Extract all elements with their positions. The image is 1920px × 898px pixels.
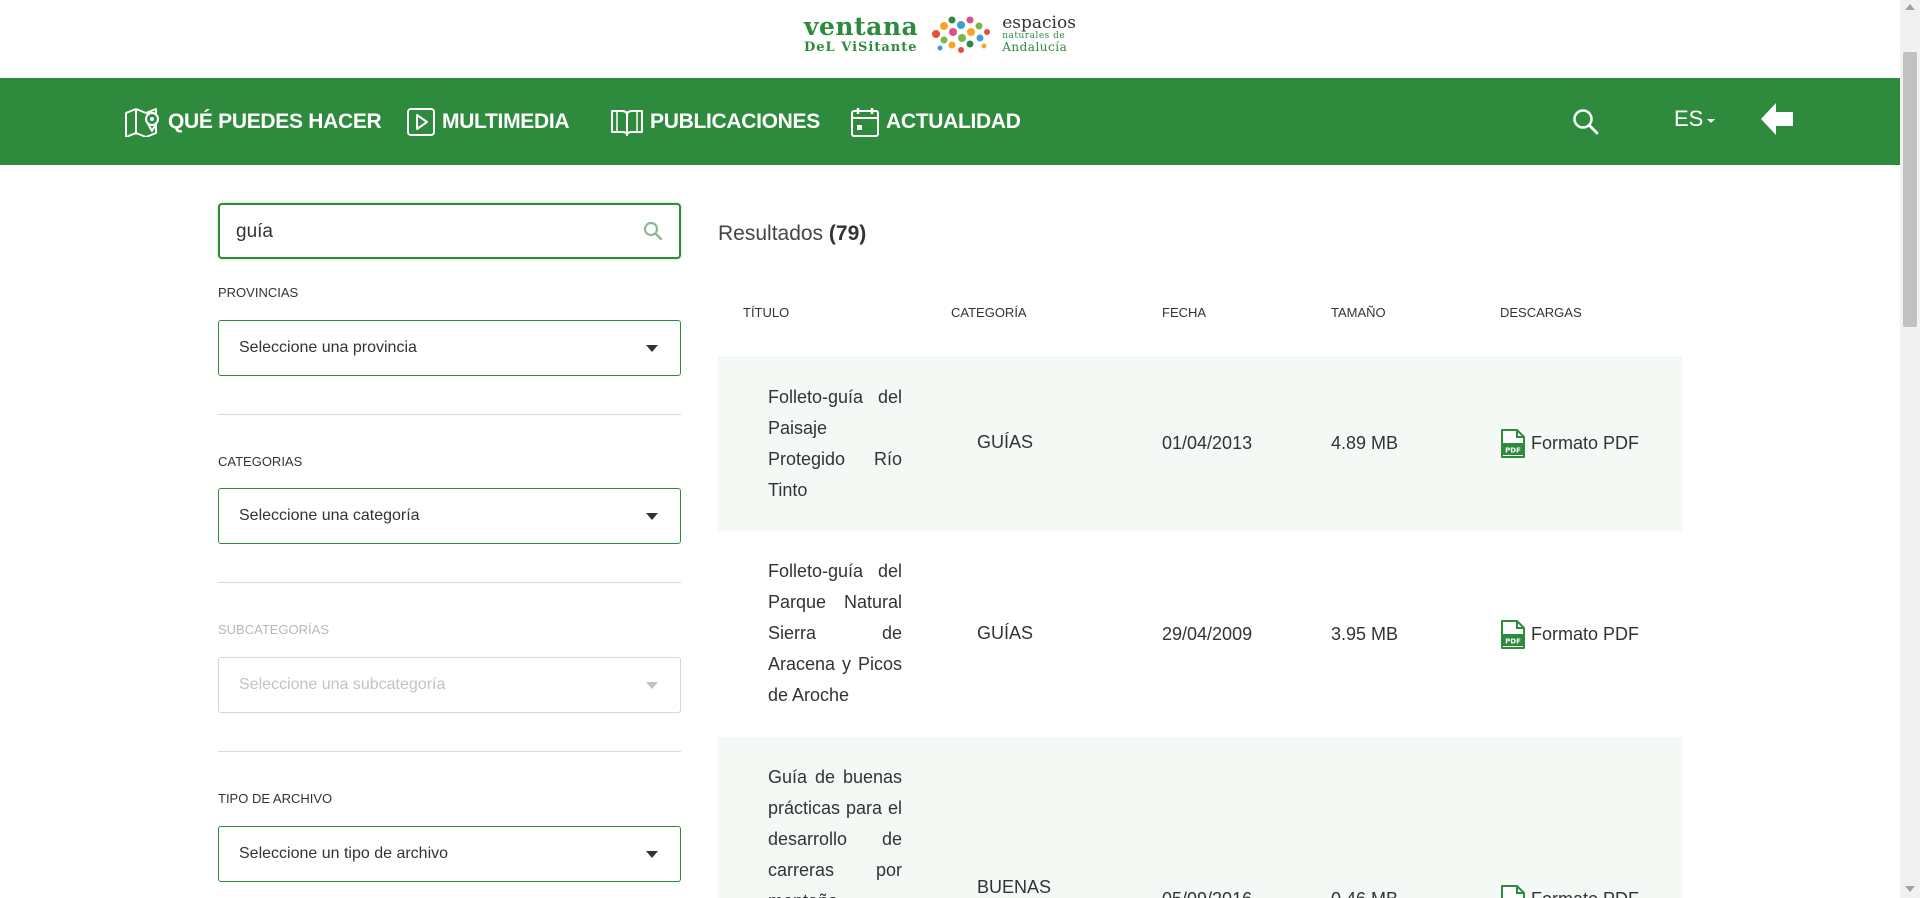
column-header-tamano[interactable]: TAMAÑO xyxy=(1331,305,1386,320)
nav-label: PUBLICACIONES xyxy=(650,109,820,133)
pdf-file-icon: PDF xyxy=(1501,620,1525,649)
chevron-down-icon xyxy=(646,345,658,352)
column-header-fecha[interactable]: FECHA xyxy=(1162,305,1206,320)
results-count: (79) xyxy=(828,222,867,245)
svg-text:PDF: PDF xyxy=(1505,638,1521,646)
divider xyxy=(218,751,681,752)
svg-text:PDF: PDF xyxy=(1505,447,1521,455)
row-category: GUÍAS xyxy=(977,432,1034,452)
row-date: 29/04/2009 xyxy=(1162,624,1253,644)
nav-label: MULTIMEDIA xyxy=(442,109,570,133)
results-heading: Resultados (79) xyxy=(718,222,866,246)
column-header-categoria[interactable]: CATEGORÍA xyxy=(951,305,1027,320)
search-icon[interactable] xyxy=(1572,108,1600,136)
divider xyxy=(218,582,681,583)
subcategoria-select: Seleccione una subcategoría xyxy=(218,657,681,713)
chevron-down-icon xyxy=(646,682,658,689)
row-size: 3.95 MB xyxy=(1331,624,1399,644)
table-row: Folleto-guía del Parque Natural Sierra d… xyxy=(718,531,1682,737)
logo-dots-icon xyxy=(932,16,991,53)
subcategoria-select-value: Seleccione una subcategoría xyxy=(239,676,446,693)
row-size: 0.46 MB xyxy=(1331,889,1398,898)
language-selector[interactable]: ES xyxy=(1674,106,1716,132)
column-header-descargas: DESCARGAS xyxy=(1500,305,1582,320)
categorias-label: CATEGORIAS xyxy=(218,454,303,469)
download-label: Formato PDF xyxy=(1531,889,1639,898)
row-date: 05/09/2016 xyxy=(1162,889,1252,898)
search-field[interactable] xyxy=(218,203,681,259)
tipo-archivo-label: TIPO DE ARCHIVO xyxy=(218,791,333,806)
nav-multimedia[interactable]: MULTIMEDIA xyxy=(406,78,570,165)
search-icon[interactable] xyxy=(643,221,663,241)
results-label: Resultados xyxy=(718,222,824,245)
logo-wordmark-left: ventana DeL ViSitante xyxy=(804,14,918,54)
chevron-down-icon xyxy=(646,851,658,858)
nav-label: ACTUALIDAD xyxy=(886,109,1021,133)
row-category: GUÍAS xyxy=(977,623,1034,643)
logo-line-2: DeL ViSitante xyxy=(804,40,918,55)
site-header: ventana DeL ViSitante espacios naturales… xyxy=(0,0,1900,78)
download-pdf-link[interactable]: PDF Formato PDF xyxy=(1500,620,1639,649)
row-title[interactable]: Folleto-guía del Paisaje Protegido Río T… xyxy=(768,382,902,506)
nav-publicaciones[interactable]: PUBLICACIONES xyxy=(610,78,820,165)
categoria-select-value: Seleccione una categoría xyxy=(239,507,420,524)
download-pdf-link[interactable]: PDF Formato PDF xyxy=(1500,429,1639,458)
row-size: 4.89 MB xyxy=(1331,433,1399,453)
provincia-select-value: Seleccione una provincia xyxy=(239,339,417,356)
logo-wordmark-right: espacios naturales de Andalucía xyxy=(1002,13,1076,54)
logo-right-line-1: espacios xyxy=(1002,13,1076,33)
download-label: Formato PDF xyxy=(1531,624,1640,644)
divider xyxy=(218,414,681,415)
search-input[interactable] xyxy=(234,217,634,247)
column-header-titulo[interactable]: TÍTULO xyxy=(743,305,789,320)
chevron-down-icon xyxy=(646,513,658,520)
arrow-left-icon[interactable] xyxy=(1758,100,1796,138)
scroll-down-icon[interactable] xyxy=(1905,886,1915,892)
table-row: Guía de buenas prácticas para el desarro… xyxy=(718,737,1682,898)
pdf-file-icon xyxy=(1501,885,1525,898)
scroll-thumb[interactable] xyxy=(1903,52,1917,327)
scroll-up-icon[interactable] xyxy=(1905,4,1915,10)
download-label: Formato PDF xyxy=(1531,433,1640,453)
chevron-down-icon xyxy=(1707,119,1716,123)
play-icon xyxy=(407,107,435,136)
provincia-select[interactable]: Seleccione una provincia xyxy=(218,320,681,376)
book-icon xyxy=(611,109,643,136)
row-title[interactable]: Folleto-guía del Parque Natural Sierra d… xyxy=(768,556,902,711)
logo-right-line-3: Andalucía xyxy=(1002,40,1068,54)
nav-que-puedes-hacer[interactable]: QUÉ PUEDES HACER xyxy=(124,78,382,165)
row-category: BUENAS xyxy=(977,877,1052,897)
nav-label: QUÉ PUEDES HACER xyxy=(168,109,382,133)
nav-actualidad[interactable]: ACTUALIDAD xyxy=(850,78,1021,165)
pdf-file-icon: PDF xyxy=(1501,429,1525,458)
site-logo[interactable]: ventana DeL ViSitante espacios naturales… xyxy=(804,12,1096,56)
categoria-select[interactable]: Seleccione una categoría xyxy=(218,488,681,544)
language-label: ES xyxy=(1674,106,1704,131)
logo-line-1: ventana xyxy=(804,12,919,41)
download-pdf-link[interactable]: Formato PDF xyxy=(1500,885,1639,898)
table-row: Folleto-guía del Paisaje Protegido Río T… xyxy=(718,356,1682,531)
calendar-icon xyxy=(851,107,879,137)
provincias-label: PROVINCIAS xyxy=(218,285,299,300)
row-date: 01/04/2013 xyxy=(1162,433,1253,453)
main-navbar: QUÉ PUEDES HACER MULTIMEDIA PUBLICACIONE… xyxy=(0,78,1900,165)
tipo-archivo-select[interactable]: Seleccione un tipo de archivo xyxy=(218,826,681,882)
map-pin-icon xyxy=(125,107,159,137)
page-scrollbar[interactable] xyxy=(1900,0,1920,898)
tipo-archivo-select-value: Seleccione un tipo de archivo xyxy=(239,845,449,862)
row-title[interactable]: Guía de buenas prácticas para el desarro… xyxy=(768,762,902,898)
subcategorias-label: SUBCATEGORÍAS xyxy=(218,622,330,637)
